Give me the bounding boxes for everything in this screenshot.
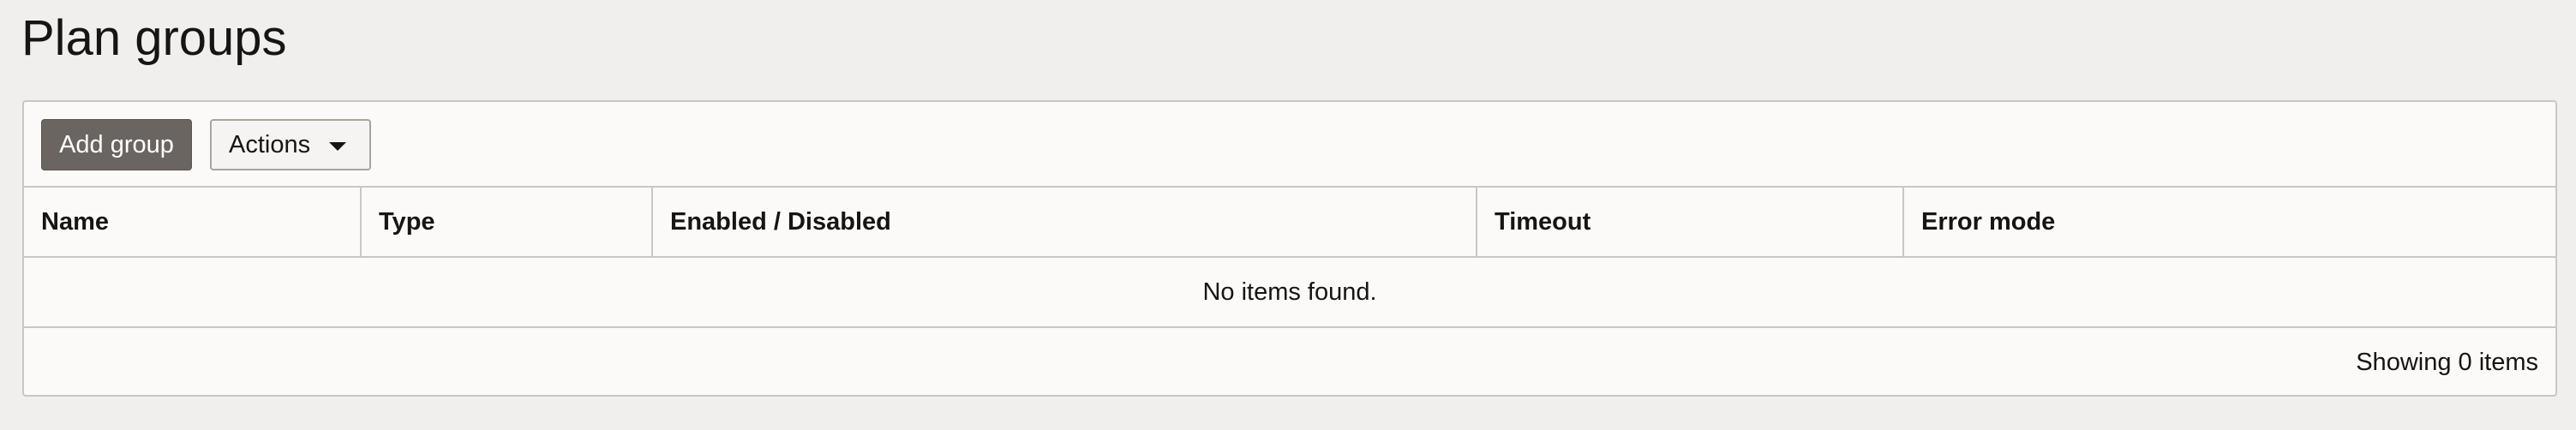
column-header-timeout[interactable]: Timeout — [1476, 188, 1902, 256]
caret-down-icon — [329, 142, 347, 151]
empty-table-message: No items found. — [24, 258, 2555, 328]
table-header: Name Type Enabled / Disabled Timeout Err… — [24, 188, 2555, 258]
plan-groups-table: Name Type Enabled / Disabled Timeout Err… — [24, 188, 2555, 397]
plan-groups-panel: Add group Actions Name Type Enabled / Di… — [22, 100, 2557, 397]
page-title: Plan groups — [21, 10, 287, 66]
column-header-enabled-disabled[interactable]: Enabled / Disabled — [651, 188, 1476, 256]
item-count-text: Showing 0 items — [2356, 348, 2538, 376]
actions-label: Actions — [229, 130, 311, 158]
column-header-type[interactable]: Type — [360, 188, 651, 256]
column-header-error-mode[interactable]: Error mode — [1902, 188, 2555, 256]
toolbar: Add group Actions — [24, 102, 2555, 188]
column-header-name[interactable]: Name — [24, 188, 360, 256]
add-group-button[interactable]: Add group — [41, 119, 192, 170]
table-footer: Showing 0 items — [24, 328, 2555, 397]
actions-menu-button[interactable]: Actions — [210, 119, 371, 170]
